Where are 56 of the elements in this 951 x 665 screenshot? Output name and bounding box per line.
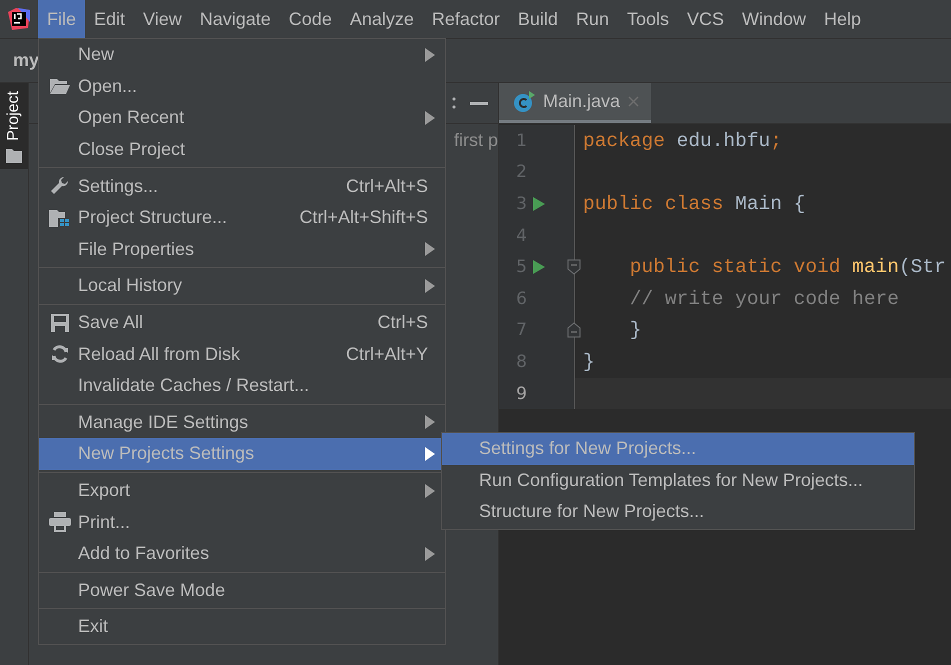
menu-item[interactable]: Add to Favorites [39,538,445,570]
run-icon[interactable] [533,260,545,274]
menu-bar-item[interactable]: Code [280,0,341,38]
menu-item[interactable]: Invalidate Caches / Restart... [39,370,445,402]
app-logo-icon[interactable] [8,8,30,30]
menu-item[interactable]: Project Structure... Ctrl+Alt+Shift+S [39,202,445,234]
folder-icon [50,78,70,94]
minimize-icon[interactable] [470,102,488,104]
menu-item[interactable]: Open Recent [39,102,445,134]
class-file-icon [513,90,535,112]
menu-item[interactable]: Reload All from Disk Ctrl+Alt+Y [39,338,445,370]
menu-item[interactable]: Export [39,474,445,506]
menu-item[interactable]: Manage IDE Settings [39,406,445,438]
menu-bar-item[interactable]: Edit [85,0,134,38]
menu-item[interactable]: Local History [39,270,445,302]
options-icon[interactable] [452,96,456,110]
fold-icon[interactable] [567,322,581,338]
folder-grid-icon [48,208,70,227]
code-line: package edu.hbfu; [583,130,782,152]
wrench-icon [50,176,70,196]
code-line: } [583,350,595,373]
folder-icon [6,148,22,163]
menu-item[interactable]: New [39,39,445,71]
code-line: // write your code here [628,288,899,310]
menu-item[interactable]: Save All Ctrl+S [39,306,445,338]
fold-icon[interactable] [567,259,581,276]
code-line: public class Main { [583,192,806,215]
code-line: public static void main(Str [628,256,946,278]
menu-bar-item[interactable]: Help [815,0,870,38]
menu-bar-item[interactable]: Analyze [340,0,423,38]
line-number: 9 [515,384,527,404]
menu-item[interactable]: Open... [39,70,445,102]
menu-bar-item[interactable]: Build [508,0,567,38]
menu-item[interactable]: Close Project [39,134,445,166]
code-line: } [628,319,642,342]
editor-tab[interactable]: Main.java [499,83,652,123]
submenu-item[interactable]: Structure for New Projects... [442,496,914,528]
menu-item[interactable]: File Properties [39,234,445,266]
tool-window-tab[interactable]: Project [0,83,28,169]
menu-bar-item[interactable]: Tools [618,0,678,38]
menu-bar-item[interactable]: Refactor [422,0,509,38]
project-name[interactable]: my [13,50,40,71]
menu-item[interactable]: Power Save Mode [39,574,445,606]
menu-bar-item[interactable]: Window [733,0,816,38]
submenu-item[interactable]: Run Configuration Templates for New Projects... [442,464,914,496]
menu-bar-item[interactable]: Run [566,0,618,38]
printer-icon [48,512,70,532]
menu-bar-item[interactable]: View [134,0,191,38]
menu-bar-item[interactable]: VCS [678,0,734,38]
run-icon[interactable] [533,196,545,211]
menu-item[interactable]: Print... [39,506,445,538]
menu-item[interactable]: Settings... Ctrl+Alt+S [39,170,445,202]
reload-icon [50,345,68,364]
menu-item[interactable]: Exit [39,611,445,643]
menu-bar-item[interactable]: Navigate [190,0,280,38]
tree-item[interactable]: first p [454,130,498,151]
